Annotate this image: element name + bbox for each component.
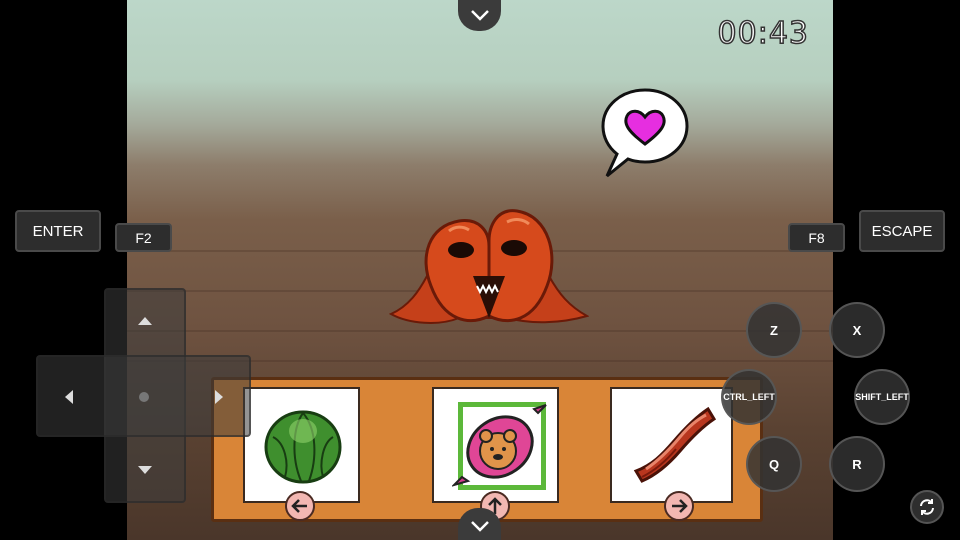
chevron-down-icon <box>471 10 489 21</box>
arrow-right-icon <box>672 499 688 513</box>
ctrl-left-button[interactable]: CTRL_LEFT <box>721 369 777 425</box>
q-button[interactable]: Q <box>746 436 802 492</box>
item-card-cabbage[interactable] <box>243 387 360 503</box>
enter-key[interactable]: ENTER <box>15 210 101 252</box>
bear-candy-icon <box>452 404 547 487</box>
pull-down-bottom[interactable] <box>458 508 501 540</box>
item-card-bear-candy[interactable] <box>432 387 559 503</box>
dpad-right-icon[interactable] <box>214 389 224 405</box>
f2-key[interactable]: F2 <box>115 223 172 252</box>
f8-key[interactable]: F8 <box>788 223 845 252</box>
arrow-left-icon <box>291 499 307 513</box>
left-arrow-button[interactable] <box>285 491 315 521</box>
dpad-down-icon[interactable] <box>137 465 153 475</box>
cabbage-icon <box>264 410 342 484</box>
dpad-center-dot <box>139 392 149 402</box>
x-button[interactable]: X <box>829 302 885 358</box>
dpad-up-icon[interactable] <box>137 316 153 326</box>
chevron-down-icon <box>471 521 489 532</box>
r-button[interactable]: R <box>829 436 885 492</box>
speech-bubble <box>601 88 689 178</box>
escape-key[interactable]: ESCAPE <box>859 210 945 252</box>
item-card-bacon[interactable] <box>610 387 733 503</box>
dpad-left-icon[interactable] <box>64 389 74 405</box>
bacon-icon <box>633 406 716 483</box>
timer: 00:43 <box>717 15 809 52</box>
creature-character <box>389 209 589 324</box>
shift-left-button[interactable]: SHIFT_LEFT <box>854 369 910 425</box>
right-arrow-button[interactable] <box>664 491 694 521</box>
rotate-icon <box>920 499 934 515</box>
rotate-screen-button[interactable] <box>910 490 944 524</box>
z-button[interactable]: Z <box>746 302 802 358</box>
